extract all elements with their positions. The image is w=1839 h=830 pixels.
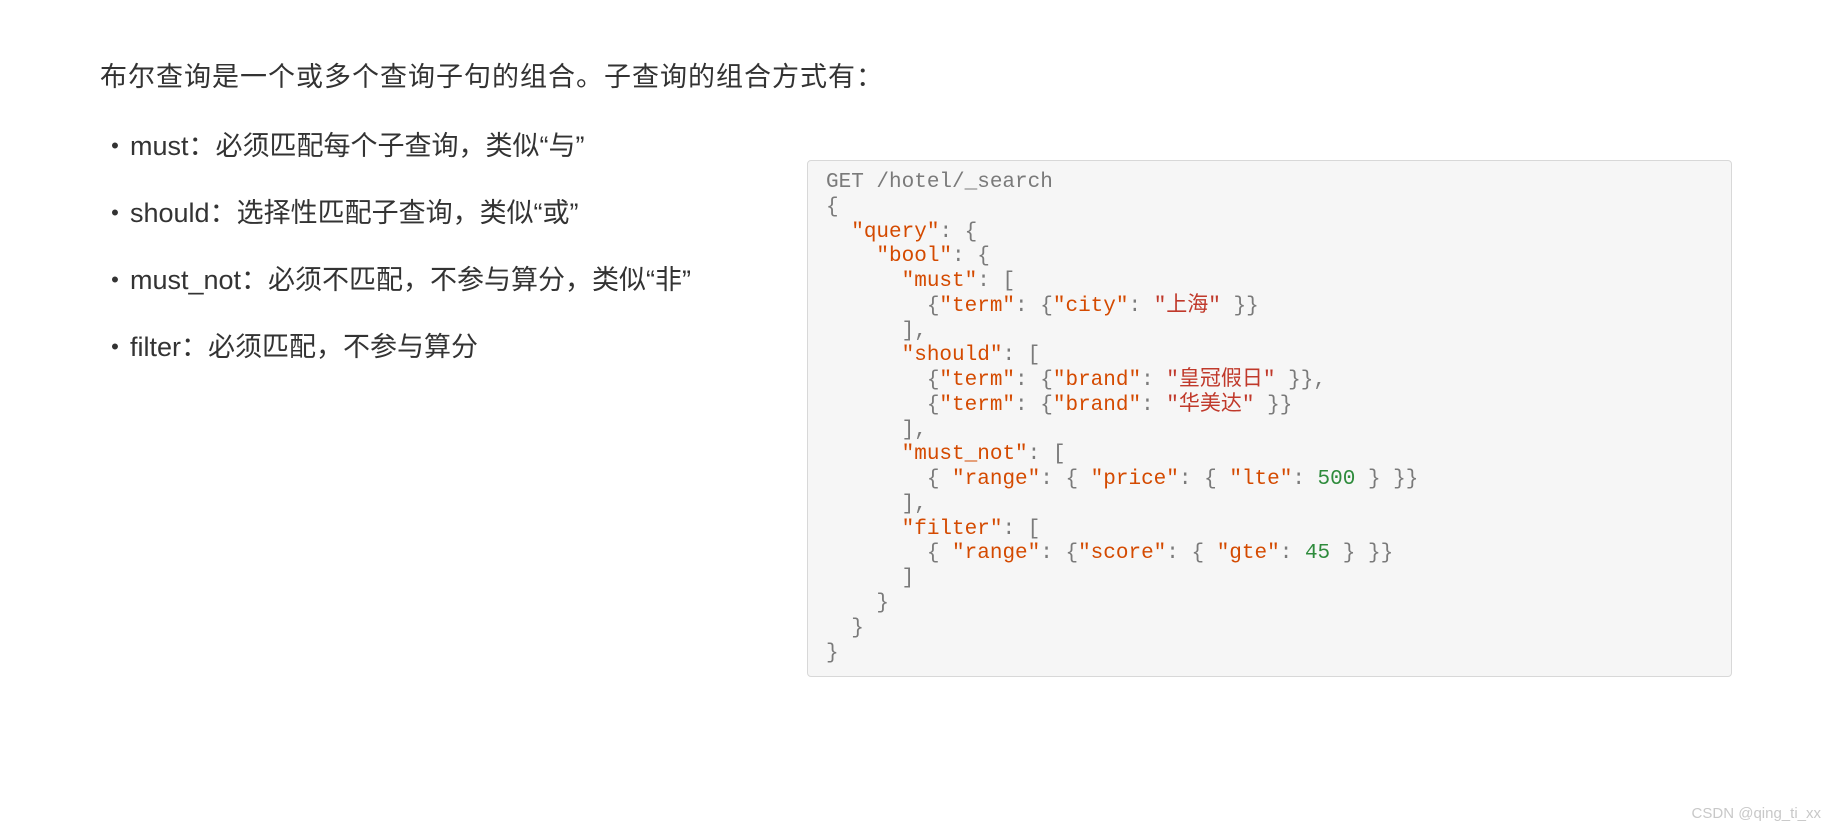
list-item: •must：必须匹配每个子查询，类似“与” xyxy=(100,124,1839,163)
code-line xyxy=(826,221,851,244)
bullet-text: must_not：必须不匹配，不参与算分，类似“非” xyxy=(130,258,691,297)
bullet-dot-icon: • xyxy=(100,269,130,291)
code-line: { xyxy=(826,196,839,219)
intro-text: 布尔查询是一个或多个查询子句的组合。子查询的组合方式有： xyxy=(100,55,1839,94)
bullet-text: filter：必须匹配，不参与算分 xyxy=(130,325,478,364)
bullet-dot-icon: • xyxy=(100,202,130,224)
bullet-text: must：必须匹配每个子查询，类似“与” xyxy=(130,124,585,163)
bullet-dot-icon: • xyxy=(100,336,130,358)
watermark-text: CSDN @qing_ti_xx xyxy=(1692,805,1821,822)
code-block: GET /hotel/_search { "query": { "bool": … xyxy=(807,160,1732,677)
bullet-dot-icon: • xyxy=(100,135,130,157)
code-line: GET /hotel/_search xyxy=(826,171,1053,194)
code-snippet: GET /hotel/_search { "query": { "bool": … xyxy=(826,171,1713,666)
bullet-text: should：选择性匹配子查询，类似“或” xyxy=(130,191,579,230)
